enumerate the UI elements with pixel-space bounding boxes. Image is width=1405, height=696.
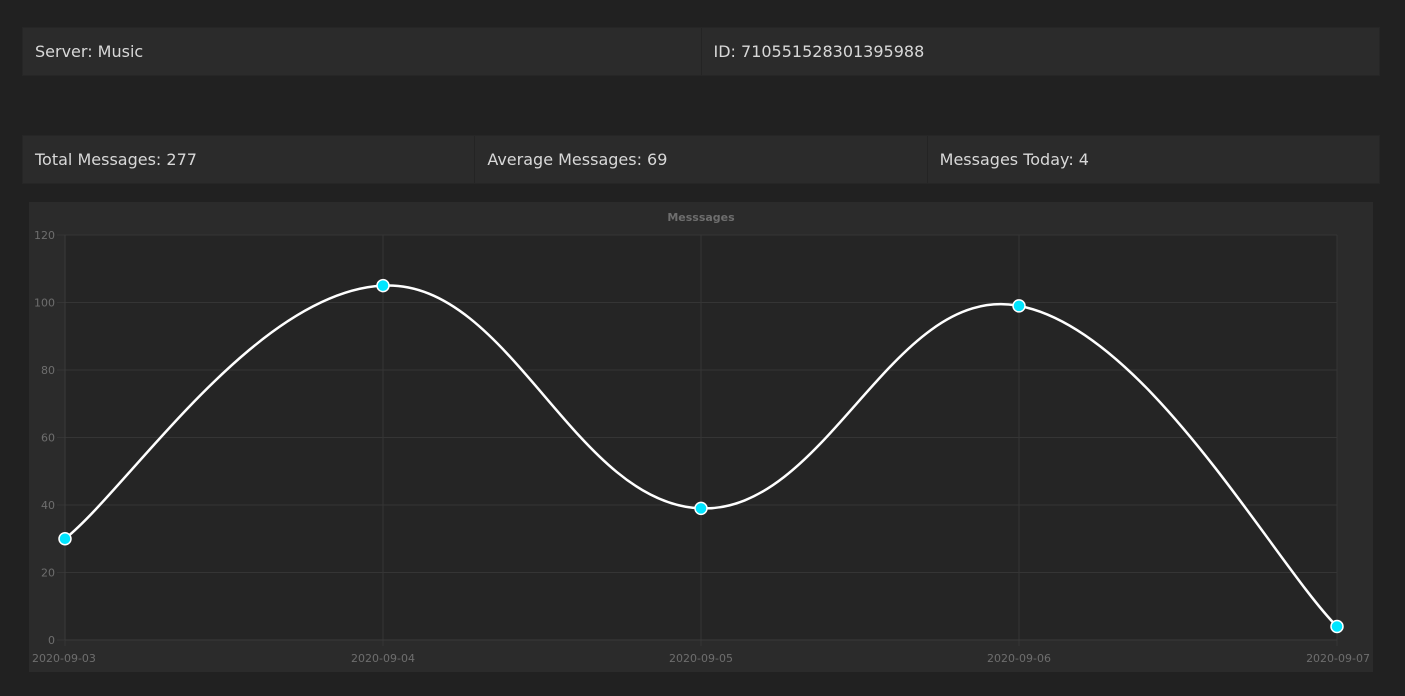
y-tick-label: 100 [34, 297, 55, 310]
stats-bar: Total Messages: 277 Average Messages: 69… [22, 135, 1380, 184]
data-point[interactable] [376, 278, 390, 293]
y-tick-label: 60 [41, 432, 55, 445]
total-messages: Total Messages: 277 [23, 136, 476, 183]
y-tick-label: 80 [41, 364, 55, 377]
y-tick-label: 0 [48, 634, 55, 647]
y-tick-label: 40 [41, 499, 55, 512]
data-point[interactable] [1330, 619, 1344, 634]
x-tick-label: 2020-09-07 [1306, 652, 1370, 665]
messages-chart-panel: Messsages 0 20 40 60 80 100 120 2020-09-03 2020… [29, 202, 1373, 672]
chart-title: Messsages [667, 211, 735, 224]
server-id: ID: 710551528301395988 [713, 42, 925, 61]
y-tick-label: 20 [41, 567, 55, 580]
data-point[interactable] [1012, 299, 1026, 313]
server-name: Server: Music [23, 28, 702, 75]
server-info-bar: Server: Music ID: 710551528301395988 [22, 27, 1380, 76]
messages-line-chart: Messsages 0 20 40 60 80 100 120 2020-09-03 2020… [29, 202, 1373, 672]
data-point[interactable] [694, 501, 708, 516]
x-tick-label: 2020-09-05 [669, 652, 733, 665]
x-tick-label: 2020-09-03 [32, 652, 96, 665]
x-tick-label: 2020-09-04 [351, 652, 415, 665]
y-tick-label: 120 [34, 229, 55, 242]
x-tick-label: 2020-09-06 [987, 652, 1051, 665]
messages-today: Messages Today: 4 [939, 150, 1089, 169]
data-point[interactable] [58, 532, 72, 546]
average-messages: Average Messages: 69 [475, 136, 928, 183]
